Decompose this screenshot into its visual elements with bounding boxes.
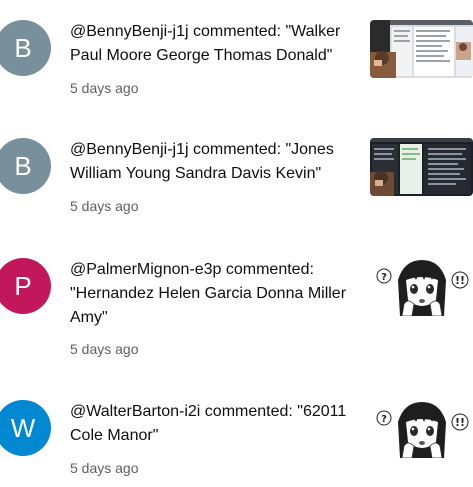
notification-time: 5 days ago: [70, 341, 139, 357]
notification-time: 5 days ago: [70, 460, 139, 476]
svg-text:!!: !!: [455, 416, 465, 429]
avatar-letter: B: [14, 32, 32, 63]
notification-text: @PalmerMignon-e3p commented: "Hernandez …: [70, 261, 347, 326]
avatar[interactable]: W: [0, 400, 51, 456]
notification-time: 5 days ago: [70, 198, 139, 214]
avatar-letter: P: [14, 270, 32, 301]
video-thumbnail[interactable]: ? !!: [370, 400, 473, 458]
avatar[interactable]: B: [0, 20, 51, 76]
notification-text: @WalterBarton-i2i commented: "62011 Cole…: [70, 403, 347, 444]
video-thumbnail[interactable]: ? !!: [370, 258, 473, 316]
avatar-letter: B: [14, 150, 32, 181]
notification-time: 5 days ago: [70, 80, 139, 96]
notification-text: @BennyBenji-j1j commented: "Walker Paul …: [70, 23, 341, 64]
svg-text:!!: !!: [455, 274, 465, 287]
video-thumbnail[interactable]: [370, 20, 473, 78]
avatar[interactable]: P: [0, 258, 51, 314]
notification-text: @BennyBenji-j1j commented: "Jones Willia…: [70, 141, 334, 182]
video-thumbnail[interactable]: [370, 138, 473, 196]
svg-text:?: ?: [381, 272, 387, 283]
avatar-letter: W: [10, 412, 36, 443]
avatar[interactable]: B: [0, 138, 51, 194]
svg-text:?: ?: [381, 414, 387, 425]
